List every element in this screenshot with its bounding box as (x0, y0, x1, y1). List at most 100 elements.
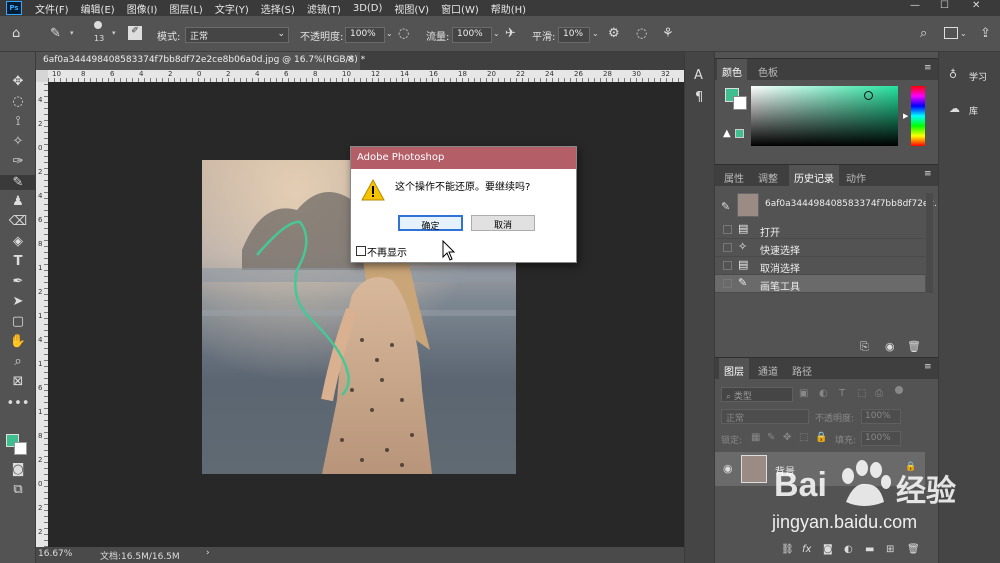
panel-menu-icon[interactable]: ≡ (924, 63, 932, 73)
ok-button[interactable]: 确定 (398, 215, 463, 232)
path-select-tool-icon[interactable]: ➤ (0, 294, 36, 309)
menu-layer[interactable]: 图层(L) (169, 1, 202, 16)
brush-preview-icon[interactable] (94, 21, 102, 29)
pressure-opacity-icon[interactable]: ◌ (398, 26, 409, 41)
workspace-chevron-icon[interactable]: ⌄ (960, 29, 967, 38)
search-icon[interactable]: ⌕ (920, 26, 927, 41)
menu-filter[interactable]: 滤镜(T) (307, 1, 341, 16)
screen-mode-icon[interactable]: ⧉ (0, 482, 36, 497)
close-tab-icon[interactable]: × (346, 54, 354, 64)
flow-input[interactable]: 100% (452, 27, 492, 43)
close-window-button[interactable]: ✕ (972, 0, 980, 11)
status-menu-arrow-icon[interactable]: › (206, 548, 210, 558)
lock-all-icon[interactable]: 🔒 (815, 432, 827, 443)
history-item[interactable]: ▤ 打开 (715, 221, 925, 239)
symmetry-icon[interactable]: ⚘ (662, 26, 674, 41)
airbrush-icon[interactable]: ✈ (505, 26, 516, 41)
frame-tool-icon[interactable]: ⊠ (0, 374, 36, 389)
menu-view[interactable]: 视图(V) (394, 1, 429, 16)
tab-paths[interactable]: 路径 (787, 361, 817, 380)
workspace-icon[interactable] (944, 27, 958, 39)
layer-opacity-input[interactable]: 100% (861, 409, 901, 424)
menu-window[interactable]: 窗口(W) (441, 1, 479, 16)
menu-help[interactable]: 帮助(H) (491, 1, 526, 16)
new-document-from-state-icon[interactable]: ⎘ (860, 340, 869, 354)
gear-icon[interactable]: ⚙ (608, 26, 620, 41)
tab-color[interactable]: 颜色 (717, 59, 747, 81)
bucket-tool-icon[interactable]: ◈ (0, 234, 36, 249)
opacity-input[interactable]: 100% (345, 27, 385, 43)
cancel-button[interactable]: 取消 (471, 215, 535, 231)
history-source-checkbox[interactable] (723, 279, 732, 288)
zoom-level[interactable]: 16.67% (38, 549, 72, 559)
tab-channels[interactable]: 通道 (753, 361, 783, 380)
eye-visibility-icon[interactable]: ◉ (723, 462, 733, 475)
tab-adjustments[interactable]: 调整 (753, 168, 783, 187)
tab-actions[interactable]: 动作 (841, 168, 871, 187)
layer-filter-select[interactable]: ⌕ 类型 (721, 387, 793, 402)
smoothing-input[interactable]: 10% (558, 27, 590, 43)
pressure-size-icon[interactable]: ◌ (636, 26, 647, 41)
quick-mask-icon[interactable]: ◙ (0, 462, 36, 477)
color-background-swatch[interactable] (733, 96, 747, 110)
lasso-tool-icon[interactable]: ⟟ (0, 114, 36, 129)
tab-history[interactable]: 历史记录 (789, 165, 839, 187)
tab-layers[interactable]: 图层 (719, 358, 749, 380)
smoothing-chevron-icon[interactable]: ⌄ (592, 29, 599, 38)
history-item-selected[interactable]: ✎ 画笔工具 (715, 275, 925, 293)
lock-artboard-icon[interactable]: ⬚ (799, 432, 808, 443)
hue-slider-arrow-icon[interactable]: ▶ (903, 112, 908, 120)
tab-swatches[interactable]: 色板 (753, 62, 783, 81)
share-icon[interactable]: ⇪ (980, 26, 991, 41)
filter-toggle-icon[interactable] (895, 386, 903, 394)
gamut-swatch[interactable] (735, 129, 744, 138)
layers-menu-icon[interactable]: ≡ (924, 362, 932, 372)
filter-shape-icon[interactable]: ⬚ (857, 388, 866, 399)
character-panel-icon[interactable]: A (694, 68, 703, 83)
brush-tool-icon-active[interactable]: ✎ (0, 175, 36, 190)
marquee-tool-icon[interactable]: ◌ (0, 94, 36, 109)
menu-image[interactable]: 图像(I) (127, 1, 158, 16)
history-source-checkbox[interactable] (723, 243, 732, 252)
document-tab[interactable]: 6af0a344498408583374f7bb8df72e2ce8b06a0d… (36, 52, 365, 70)
mode-select[interactable]: 正常 ⌄ (185, 27, 289, 43)
color-picker-ring-icon[interactable] (864, 91, 873, 100)
history-item[interactable]: ▤ 取消选择 (715, 257, 925, 275)
quick-select-tool-icon[interactable]: ✧ (0, 134, 36, 149)
lock-pixels-icon[interactable]: ✎ (767, 432, 775, 443)
minimize-button[interactable]: — (910, 0, 920, 11)
shape-tool-icon[interactable]: ▢ (0, 314, 36, 329)
zoom-tool-icon[interactable]: ⌕ (0, 354, 36, 369)
dont-show-checkbox[interactable] (356, 246, 366, 256)
maximize-button[interactable]: ☐ (940, 0, 949, 11)
brush-settings-icon[interactable]: ✐ (128, 26, 142, 40)
layer-blend-mode-select[interactable]: 正常 (721, 409, 809, 424)
background-color-swatch[interactable] (14, 442, 27, 455)
type-tool-icon[interactable]: T (0, 254, 36, 269)
opacity-chevron-icon[interactable]: ⌄ (386, 29, 393, 38)
filter-pixel-icon[interactable]: ▣ (799, 388, 808, 399)
snapshot-label[interactable]: 6af0a344498408583374f7bb8df72e2... (765, 199, 943, 209)
library-panel-button[interactable]: ☁ 库 (939, 98, 1000, 120)
brush-picker-chevron-icon[interactable]: ▾ (112, 29, 116, 37)
stamp-tool-icon[interactable]: ♟ (0, 194, 36, 209)
eraser-tool-icon[interactable]: ⌫ (0, 214, 36, 229)
paragraph-panel-icon[interactable]: ¶ (695, 90, 703, 105)
history-brush-source-icon[interactable]: ✎ (721, 200, 730, 213)
flow-chevron-icon[interactable]: ⌄ (493, 29, 500, 38)
trash-icon[interactable]: 🗑 (907, 340, 921, 353)
filter-smart-object-icon[interactable]: ⎙ (875, 388, 883, 399)
dropdown-chevron-icon[interactable]: ▾ (70, 29, 74, 37)
gamut-warning-icon[interactable]: ▲ (723, 128, 731, 139)
menu-edit[interactable]: 编辑(E) (81, 1, 115, 16)
history-source-checkbox[interactable] (723, 261, 732, 270)
filter-type-icon[interactable]: T (839, 388, 845, 399)
move-tool-icon[interactable]: ✥ (0, 74, 36, 89)
history-source-checkbox[interactable] (723, 225, 732, 234)
color-field[interactable] (751, 86, 898, 146)
snapshot-thumbnail[interactable] (737, 193, 759, 217)
eyedropper-tool-icon[interactable]: ✑ (0, 154, 36, 169)
history-item[interactable]: ✧ 快速选择 (715, 239, 925, 257)
filter-adjustment-icon[interactable]: ◐ (819, 388, 828, 399)
history-scrollbar[interactable] (926, 193, 933, 293)
